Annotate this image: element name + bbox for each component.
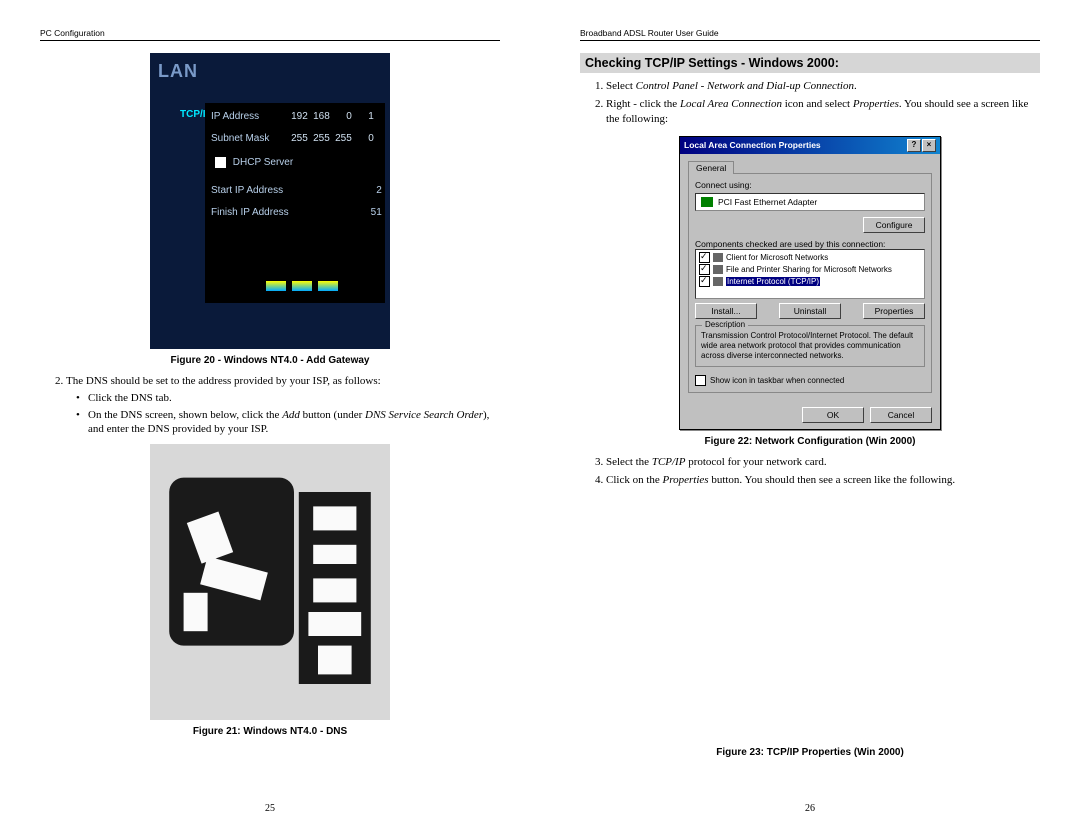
description-group: Description Transmission Control Protoco… — [695, 325, 925, 367]
components-listbox[interactable]: Client for Microsoft Networks File and P… — [695, 249, 925, 299]
install-button[interactable]: Install... — [695, 303, 757, 319]
show-icon-row: Show icon in taskbar when connected — [695, 375, 925, 386]
lan-dhcp-row: DHCP Server — [215, 157, 395, 168]
step-1: Select Control Panel - Network and Dial-… — [606, 79, 1040, 93]
description-label: Description — [702, 320, 748, 329]
checkbox-icon[interactable] — [699, 252, 710, 263]
cancel-button[interactable]: Cancel — [870, 407, 932, 423]
right-steps-3-4: Select the TCP/IP protocol for your netw… — [580, 455, 1040, 488]
bullet-dns-tab: Click the DNS tab. — [88, 391, 500, 405]
properties-button[interactable]: Properties — [863, 303, 925, 319]
close-icon[interactable]: × — [922, 139, 936, 152]
lan-panel: IP Address 19216801 Subnet Mask 25525525… — [205, 103, 385, 303]
page-number-26: 26 — [540, 803, 1080, 814]
list-item-selected[interactable]: Internet Protocol (TCP/IP) — [698, 276, 922, 287]
lan-mask-row: Subnet Mask 2552552550 — [211, 133, 391, 144]
dialog-title: Local Area Connection Properties — [684, 140, 821, 150]
header-right: Broadband ADSL Router User Guide — [580, 28, 1040, 41]
lan-title: LAN — [158, 61, 198, 82]
show-icon-checkbox[interactable] — [695, 375, 706, 386]
uninstall-button[interactable]: Uninstall — [779, 303, 841, 319]
lan-buttons — [265, 280, 343, 295]
figure-21-image — [150, 444, 390, 720]
page-26: Broadband ADSL Router User Guide Checkin… — [540, 0, 1080, 834]
right-steps-1-2: Select Control Panel - Network and Dial-… — [580, 79, 1040, 126]
page-number-25: 25 — [0, 803, 540, 814]
configure-button[interactable]: Configure — [863, 217, 925, 233]
adapter-field: PCI Fast Ethernet Adapter — [695, 193, 925, 211]
win2000-dialog: Local Area Connection Properties ? × Gen… — [679, 136, 941, 430]
lan-start-row: Start IP Address 2 — [211, 185, 391, 196]
tab-general[interactable]: General — [688, 161, 734, 174]
left-steps: The DNS should be set to the address pro… — [40, 374, 500, 436]
step-2: The DNS should be set to the address pro… — [66, 374, 500, 436]
service-icon — [713, 265, 723, 274]
checkbox-icon[interactable] — [699, 264, 710, 275]
figure-21-caption: Figure 21: Windows NT4.0 - DNS — [40, 726, 500, 737]
components-label: Components checked are used by this conn… — [695, 239, 925, 249]
figure-20-image: LAN TCP/IP IP Address 19216801 Subnet Ma… — [150, 53, 390, 349]
figure-23-caption: Figure 23: TCP/IP Properties (Win 2000) — [580, 747, 1040, 758]
pixel-art-icon — [150, 444, 390, 720]
description-text: Transmission Control Protocol/Internet P… — [701, 331, 919, 361]
client-icon — [713, 253, 723, 262]
list-item[interactable]: Client for Microsoft Networks — [698, 252, 922, 263]
section-heading: Checking TCP/IP Settings - Windows 2000: — [580, 53, 1040, 73]
help-icon[interactable]: ? — [907, 139, 921, 152]
nic-icon — [701, 197, 713, 207]
bullet-add-dns: On the DNS screen, shown below, click th… — [88, 408, 500, 437]
page-25: PC Configuration LAN TCP/IP IP Address 1… — [0, 0, 540, 834]
step-3: Select the TCP/IP protocol for your netw… — [606, 455, 1040, 469]
figure-22-caption: Figure 22: Network Configuration (Win 20… — [580, 436, 1040, 447]
checkbox-icon[interactable] — [699, 276, 710, 287]
adapter-name: PCI Fast Ethernet Adapter — [718, 197, 817, 207]
connect-using-label: Connect using: — [695, 180, 925, 190]
lan-finish-row: Finish IP Address 51 — [211, 207, 391, 218]
header-left: PC Configuration — [40, 28, 500, 41]
list-item[interactable]: File and Printer Sharing for Microsoft N… — [698, 264, 922, 275]
figure-20-caption: Figure 20 - Windows NT4.0 - Add Gateway — [40, 355, 500, 366]
ok-button[interactable]: OK — [802, 407, 864, 423]
protocol-icon — [713, 277, 723, 286]
step-4: Click on the Properties button. You shou… — [606, 473, 1040, 487]
dialog-titlebar: Local Area Connection Properties ? × — [680, 137, 940, 154]
step-2r: Right - click the Local Area Connection … — [606, 97, 1040, 126]
lan-ip-row: IP Address 19216801 — [211, 111, 391, 122]
dhcp-checkbox-icon — [215, 157, 226, 168]
